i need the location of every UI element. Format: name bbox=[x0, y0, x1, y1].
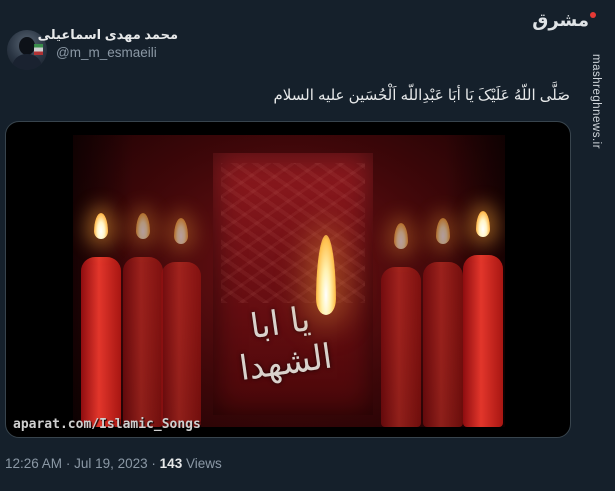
candle-icon bbox=[381, 267, 421, 427]
meta-separator: · bbox=[151, 456, 156, 471]
candle-flame-icon bbox=[174, 218, 188, 244]
views-count[interactable]: 143 bbox=[160, 456, 183, 471]
video-thumbnail-art: یا ابا الشهدا bbox=[73, 135, 505, 427]
tweet-meta: 12:26 AM · Jul 19, 2023 · 143 Views bbox=[5, 456, 222, 471]
tweet-media-video[interactable]: یا ابا الشهدا aparat.com/Islamic_Songs bbox=[5, 121, 571, 438]
meta-separator: · bbox=[65, 456, 71, 471]
candle-icon bbox=[423, 262, 463, 427]
mashregh-logo: مشرق bbox=[532, 10, 596, 31]
flag-icon bbox=[34, 44, 43, 55]
avatar-head-shape bbox=[19, 37, 35, 55]
candle-icon bbox=[81, 257, 121, 427]
banner-pattern bbox=[221, 163, 365, 303]
side-watermark-text: mashreghnews.ir bbox=[590, 54, 602, 150]
video-source-caption: aparat.com/Islamic_Songs bbox=[13, 417, 201, 432]
side-watermark: mashreghnews.ir bbox=[582, 52, 615, 212]
views-label: Views bbox=[185, 456, 222, 471]
tweet-date[interactable]: Jul 19, 2023 bbox=[74, 456, 148, 471]
mashregh-logo-text: مشرق bbox=[532, 10, 589, 30]
candle-icon bbox=[161, 262, 201, 427]
candle-icon bbox=[463, 255, 503, 427]
avatar-body-shape bbox=[12, 54, 42, 70]
tweet-time[interactable]: 12:26 AM bbox=[5, 456, 62, 471]
candle-flame-icon bbox=[136, 213, 150, 239]
author-display-name[interactable]: محمد مهدی اسماعیلی bbox=[38, 27, 178, 43]
candle-flame-icon bbox=[394, 223, 408, 249]
tweet-screenshot: محمد مهدی اسماعیلی @m_m_esmaeili مشرق ma… bbox=[0, 0, 615, 491]
candle-icon bbox=[123, 257, 163, 427]
tweet-text: صَلَّی اللّهُ عَلَیْکَ یَا أبَا عَبْدِال… bbox=[273, 87, 571, 104]
logo-dot-icon bbox=[590, 12, 596, 18]
author-handle[interactable]: @m_m_esmaeili bbox=[56, 45, 157, 60]
